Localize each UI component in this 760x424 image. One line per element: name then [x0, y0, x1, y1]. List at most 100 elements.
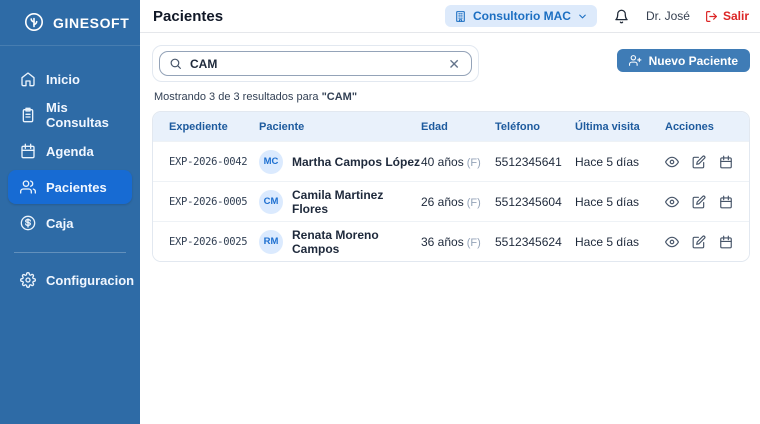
patient-cell: RM Renata Moreno Campos: [259, 228, 421, 256]
results-query: "CAM": [321, 91, 358, 103]
results-count: Mostrando 3 de 3 resultados para "CAM": [154, 91, 750, 103]
patient-name: Camila Martinez Flores: [292, 187, 384, 216]
edit-icon: [692, 235, 706, 248]
column-header-paciente: Paciente: [259, 120, 305, 133]
user-name: Dr. José: [645, 9, 690, 23]
patient-name: Renata Moreno Campos: [292, 227, 379, 256]
eye-icon: [665, 236, 679, 247]
edit-patient-button[interactable]: [692, 235, 706, 249]
sidebar-item-label: Agenda: [46, 143, 94, 159]
table-row: EXP-2026-0005 CM Camila Martinez Flores …: [153, 181, 749, 221]
phone-cell: 5512345641: [495, 154, 562, 169]
search-icon: [169, 57, 182, 70]
table-header-row: Expediente Paciente Edad Teléfono Última…: [153, 112, 749, 141]
chevron-down-icon: [579, 14, 586, 18]
users-icon: [20, 179, 36, 195]
age-cell: 40 años (F): [421, 154, 481, 169]
patient-name: Martha Campos López: [292, 154, 421, 169]
topbar-right: Consultorio MAC Dr. José Salir: [444, 5, 749, 27]
coin-icon: [20, 215, 36, 231]
sidebar-item-configuracion[interactable]: Configuracion: [0, 263, 140, 297]
table-row: EXP-2026-0025 RM Renata Moreno Campos 36…: [153, 221, 749, 261]
last-visit-cell: Hace 5 días: [575, 234, 640, 249]
person-plus-icon: [628, 55, 642, 66]
ginesoft-logo-icon: [22, 11, 46, 35]
table-body: EXP-2026-0042 MC Martha Campos López 40 …: [153, 141, 749, 261]
edit-patient-button[interactable]: [692, 195, 706, 209]
expediente-cell: EXP-2026-0025: [169, 235, 248, 248]
new-patient-button[interactable]: Nuevo Paciente: [616, 49, 750, 72]
schedule-appointment-button[interactable]: [719, 155, 733, 169]
sidebar-item-label: Inicio: [46, 71, 80, 87]
column-header-telefono: Teléfono: [495, 120, 541, 133]
calendar-icon: [720, 195, 732, 208]
sidebar-nav: Inicio Mis Consultas Agenda Pacientes Ca: [0, 46, 140, 299]
results-prefix: Mostrando 3 de 3 resultados para: [154, 91, 319, 103]
clinic-selector[interactable]: Consultorio MAC: [444, 5, 597, 27]
building-icon: [456, 10, 465, 22]
notifications-button[interactable]: [612, 7, 631, 26]
sidebar-item-pacientes[interactable]: Pacientes: [8, 170, 132, 204]
column-header-edad: Edad: [421, 120, 448, 133]
view-patient-button[interactable]: [665, 155, 679, 169]
view-patient-button[interactable]: [665, 195, 679, 209]
phone-cell: 5512345604: [495, 194, 562, 209]
calendar-icon: [20, 143, 36, 159]
page-title: Pacientes: [153, 7, 224, 25]
search-input[interactable]: [190, 56, 439, 71]
edit-patient-button[interactable]: [692, 155, 706, 169]
sidebar: GINESOFT Inicio Mis Consultas Agenda Pac…: [0, 0, 140, 424]
search-card: ✕: [152, 45, 479, 82]
avatar: RM: [259, 229, 283, 254]
bell-icon: [615, 9, 628, 23]
column-header-acciones: Acciones: [665, 120, 714, 133]
brand: GINESOFT: [0, 0, 140, 46]
phone-cell: 5512345624: [495, 234, 562, 249]
edit-icon: [692, 195, 706, 208]
last-visit-cell: Hace 5 días: [575, 194, 640, 209]
avatar: MC: [259, 149, 283, 174]
expediente-cell: EXP-2026-0005: [169, 195, 248, 208]
calendar-icon: [720, 235, 732, 248]
sidebar-item-label: Caja: [46, 215, 74, 231]
sidebar-divider: [14, 252, 126, 253]
clear-search-button[interactable]: ✕: [446, 57, 462, 71]
content: ✕ Nuevo Paciente Mostrando 3 de 3 result…: [140, 33, 760, 262]
patients-table: Expediente Paciente Edad Teléfono Última…: [152, 111, 750, 262]
logout-icon: [706, 10, 717, 22]
patient-cell: CM Camila Martinez Flores: [259, 188, 421, 216]
sidebar-item-mis-consultas[interactable]: Mis Consultas: [0, 98, 140, 132]
new-patient-label: Nuevo Paciente: [648, 53, 738, 68]
actions-cell: [661, 235, 733, 249]
expediente-cell: EXP-2026-0042: [169, 155, 248, 168]
patient-cell: MC Martha Campos López: [259, 149, 421, 174]
eye-icon: [665, 156, 679, 167]
schedule-appointment-button[interactable]: [719, 195, 733, 209]
sidebar-item-label: Configuracion: [46, 272, 135, 288]
actions-cell: [661, 155, 733, 169]
calendar-icon: [720, 155, 732, 168]
brand-name: GINESOFT: [53, 14, 130, 31]
gear-icon: [20, 272, 36, 288]
column-header-expediente: Expediente: [169, 120, 228, 133]
toolbar-row: ✕ Nuevo Paciente: [152, 45, 750, 82]
logout-button[interactable]: Salir: [705, 9, 749, 23]
column-header-ultima-visita: Última visita: [575, 120, 640, 133]
sidebar-item-label: Pacientes: [46, 179, 107, 195]
search-box: ✕: [159, 51, 472, 76]
schedule-appointment-button[interactable]: [719, 235, 733, 249]
edit-icon: [692, 155, 706, 168]
main-area: Pacientes Consultorio MAC Dr. José Salir: [140, 0, 760, 424]
view-patient-button[interactable]: [665, 235, 679, 249]
sidebar-item-agenda[interactable]: Agenda: [0, 134, 140, 168]
sidebar-item-inicio[interactable]: Inicio: [0, 62, 140, 96]
topbar: Pacientes Consultorio MAC Dr. José Salir: [140, 0, 760, 33]
logout-label: Salir: [722, 9, 749, 23]
eye-icon: [665, 196, 679, 207]
avatar: CM: [259, 189, 283, 214]
age-cell: 36 años (F): [421, 234, 481, 249]
age-cell: 26 años (F): [421, 194, 481, 209]
clipboard-icon: [20, 107, 36, 123]
sidebar-item-caja[interactable]: Caja: [0, 206, 140, 240]
actions-cell: [661, 195, 733, 209]
